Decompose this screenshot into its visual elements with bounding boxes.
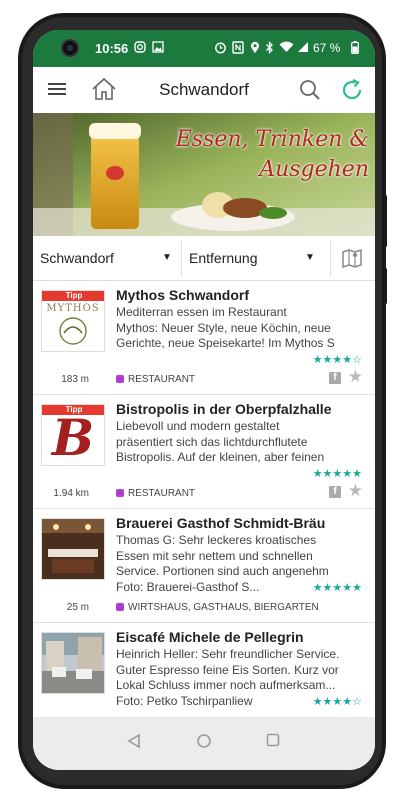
banner-title: Essen, Trinken & Ausgehen bbox=[176, 125, 369, 185]
category-dot bbox=[116, 375, 124, 383]
instagram-icon bbox=[134, 41, 146, 57]
status-time: 10:56 bbox=[95, 41, 129, 56]
star-icon[interactable]: ★ bbox=[348, 481, 363, 501]
nfc-icon bbox=[232, 41, 244, 58]
sort-dropdown-label: Entfernung bbox=[189, 250, 258, 266]
description-line: Mediterran essen im Restaurant bbox=[116, 305, 287, 319]
category-text: RESTAURANT bbox=[128, 374, 196, 385]
filter-divider bbox=[330, 240, 331, 276]
venue-name: Mythos Schwandorf bbox=[116, 287, 250, 303]
alarm-icon bbox=[214, 41, 227, 58]
category-banner: Essen, Trinken & Ausgehen bbox=[33, 113, 375, 236]
category-label: RESTAURANT bbox=[116, 374, 195, 385]
banner-line-2: Ausgehen bbox=[259, 157, 369, 182]
description-line: Lokal Schluss immer noch aufmerksam... bbox=[116, 678, 336, 692]
rating-stars: ★★★★★ bbox=[312, 582, 362, 594]
filter-bar: Schwandorf ▼ Entfernung ▼ bbox=[33, 236, 375, 281]
rating-stars: ★★★★★ bbox=[312, 468, 362, 480]
list-item[interactable]: Brauerei Gasthof Schmidt-Bräu Thomas G: … bbox=[33, 509, 375, 623]
description-line: Foto: Petko Tschirpanliew bbox=[116, 693, 253, 708]
power-button bbox=[384, 268, 387, 304]
screen: 10:56 67 % Schwandorf Essen, Trinken & A… bbox=[33, 30, 375, 770]
facebook-icon[interactable]: f bbox=[329, 372, 341, 384]
category-dot bbox=[116, 489, 124, 497]
search-icon[interactable] bbox=[299, 79, 321, 106]
category-label: RESTAURANT bbox=[116, 488, 195, 499]
dropdown-arrow-icon: ▼ bbox=[305, 252, 315, 263]
star-icon[interactable]: ★ bbox=[348, 367, 363, 387]
page-title: Schwandorf bbox=[159, 80, 249, 99]
gallery-icon bbox=[152, 41, 164, 57]
wifi-icon bbox=[279, 41, 294, 57]
distance: 1.94 km bbox=[53, 488, 89, 499]
recents-icon[interactable] bbox=[266, 733, 280, 752]
filter-divider bbox=[181, 240, 182, 276]
distance: 183 m bbox=[61, 374, 89, 385]
banner-line-1: Essen, Trinken & bbox=[175, 127, 369, 152]
description-line: Heinrich Heller: Sehr freundlicher Servi… bbox=[116, 647, 340, 661]
tipp-badge: Tipp bbox=[42, 291, 104, 301]
venue-name: Brauerei Gasthof Schmidt-Bräu bbox=[116, 515, 326, 531]
bistropolis-logo: B bbox=[51, 408, 95, 466]
category-dot bbox=[116, 603, 124, 611]
location-dropdown-label: Schwandorf bbox=[40, 250, 114, 266]
rating-stars: ★★★★☆ bbox=[312, 696, 362, 708]
map-icon[interactable] bbox=[341, 247, 363, 274]
front-camera bbox=[61, 39, 79, 57]
description-line: Mythos: Neuer Style, neue Köchin, neue bbox=[116, 320, 331, 335]
bluetooth-icon bbox=[265, 40, 274, 58]
venue-thumbnail: Tipp B bbox=[41, 404, 105, 466]
location-icon bbox=[250, 41, 260, 58]
system-nav-bar bbox=[33, 717, 375, 770]
description-line: Guter Espresso feine Eis Sorten. Kurz vo… bbox=[116, 662, 339, 677]
list-item[interactable]: Eiscafé Michele de Pellegrin Heinrich He… bbox=[33, 623, 375, 717]
category-label: WIRTSHAUS, GASTHAUS, BIERGARTEN bbox=[116, 602, 319, 613]
venue-thumbnail: Tipp MYTHOS bbox=[41, 290, 105, 352]
refresh-icon[interactable] bbox=[340, 78, 364, 107]
facebook-icon[interactable]: f bbox=[329, 486, 341, 498]
description-line: präsentiert sich das lichtdurchflutete bbox=[116, 434, 308, 449]
location-dropdown[interactable]: Schwandorf ▼ bbox=[40, 236, 180, 280]
list-item[interactable]: Tipp MYTHOS Mythos Schwandorf Mediterran… bbox=[33, 281, 375, 395]
battery-text: 67 % bbox=[313, 41, 341, 55]
description-line: Foto: Brauerei-Gasthof S... bbox=[116, 579, 260, 594]
description-line: Liebevoll und modern gestaltet bbox=[116, 419, 280, 433]
venue-name: Bistropolis in der Oberpfalzhalle bbox=[116, 401, 332, 417]
status-bar: 10:56 67 % bbox=[33, 30, 375, 67]
battery-icon bbox=[351, 41, 359, 58]
app-toolbar: Schwandorf bbox=[33, 67, 375, 114]
restaurant-photo bbox=[42, 519, 104, 579]
sort-dropdown[interactable]: Entfernung ▼ bbox=[189, 236, 329, 280]
cafe-photo bbox=[42, 633, 104, 693]
rating-stars: ★★★★☆ bbox=[312, 354, 362, 366]
venue-thumbnail bbox=[41, 632, 105, 694]
venue-list: Tipp MYTHOS Mythos Schwandorf Mediterran… bbox=[33, 281, 375, 717]
description-line: Essen mit sehr nettem und schnellen bbox=[116, 548, 313, 563]
venue-thumbnail bbox=[41, 518, 105, 580]
category-text: WIRTSHAUS, GASTHAUS, BIERGARTEN bbox=[128, 602, 319, 613]
volume-button bbox=[384, 195, 387, 247]
dropdown-arrow-icon: ▼ bbox=[162, 252, 172, 263]
venue-description: Liebevoll und modern gestaltet präsentie… bbox=[116, 419, 366, 466]
description-line: Thomas G: Sehr leckeres kroatisches bbox=[116, 533, 317, 547]
category-text: RESTAURANT bbox=[128, 488, 196, 499]
list-item[interactable]: Tipp B Bistropolis in der Oberpfalzhalle… bbox=[33, 395, 375, 509]
distance: 25 m bbox=[66, 602, 89, 613]
venue-name: Eiscafé Michele de Pellegrin bbox=[116, 629, 304, 645]
venue-description: Mediterran essen im Restaurant Mythos: N… bbox=[116, 305, 366, 352]
signal-icon bbox=[297, 41, 309, 57]
description-line: Gerichte, neue Speisekarte! Im Mythos S bbox=[116, 336, 335, 350]
back-icon[interactable] bbox=[127, 733, 141, 754]
home-nav-icon[interactable] bbox=[196, 733, 212, 754]
mythos-logo: MYTHOS bbox=[46, 303, 100, 314]
description-line: Bistropolis. Auf der kleinen, aber feine… bbox=[116, 450, 325, 464]
description-line: Service. Portionen sind auch angenehm bbox=[116, 564, 329, 578]
